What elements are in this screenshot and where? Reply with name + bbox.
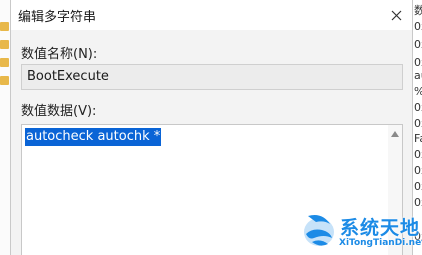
value-fragment: %	[414, 85, 422, 98]
value-fragment: au	[414, 69, 422, 82]
folder-icon	[0, 40, 9, 49]
watermark-logo-icon	[304, 215, 334, 246]
value-fragment: 0x	[414, 38, 422, 51]
folder-icon	[0, 58, 9, 67]
folder-icon	[0, 76, 9, 85]
value-fragment: 0x	[414, 101, 422, 114]
value-fragment: 0x	[414, 56, 422, 69]
dialog-titlebar: 编辑多字符串	[11, 0, 412, 30]
dialog-title: 编辑多字符串	[18, 10, 97, 25]
watermark-text-en: XiTongTianDi.net	[339, 238, 422, 248]
value-name-label: 数值名称(N):	[21, 47, 98, 62]
value-name-field[interactable]: BootExecute	[21, 64, 403, 90]
site-watermark: 系统天地 XiTongTianDi.net	[296, 206, 422, 255]
watermark-text-cn: 系统天地	[340, 217, 421, 239]
value-data-label: 数值数据(V):	[21, 104, 97, 119]
close-button[interactable]	[380, 0, 412, 30]
value-fragment: 0x	[414, 20, 422, 33]
selected-value-data: autocheck autochk *	[25, 128, 162, 146]
value-fragment: 0x	[414, 148, 422, 161]
value-fragment: 0x	[414, 164, 422, 177]
value-fragment: 0x	[414, 117, 422, 130]
scroll-up-arrow-icon[interactable]	[391, 131, 399, 137]
value-fragment: Fa	[414, 132, 422, 145]
value-fragment: 数	[414, 2, 422, 18]
close-icon	[391, 10, 401, 20]
folder-icon	[0, 22, 9, 31]
value-fragment: 0x	[414, 180, 422, 193]
